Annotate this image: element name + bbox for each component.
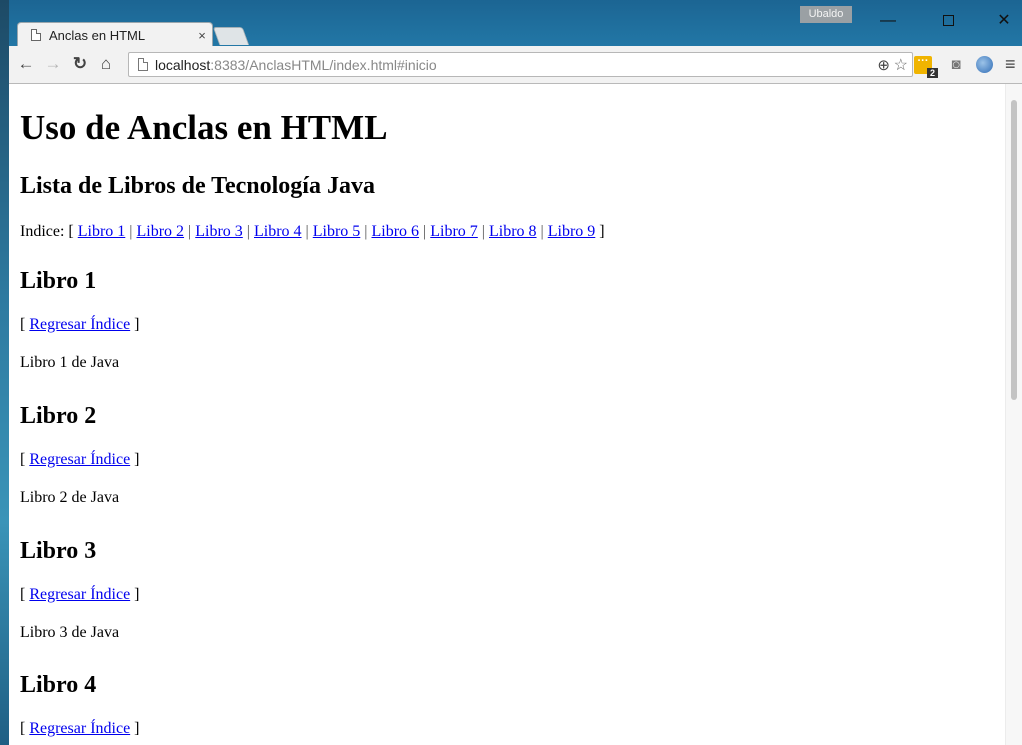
- index-suffix: ]: [599, 223, 605, 240]
- home-button[interactable]: ⌂: [95, 54, 117, 74]
- maximize-button[interactable]: [925, 6, 971, 36]
- index-prefix: Indice: [: [20, 223, 74, 240]
- url-text[interactable]: localhost:8383/AnclasHTML/index.html#ini…: [155, 57, 437, 73]
- tab-close-icon[interactable]: ×: [195, 28, 209, 43]
- back-to-index-link[interactable]: Regresar Índice: [29, 720, 130, 737]
- index-link-libro-6[interactable]: Libro 6: [372, 223, 420, 240]
- address-bar[interactable]: localhost:8383/AnclasHTML/index.html#ini…: [128, 52, 913, 77]
- bracket-close: ]: [134, 316, 140, 333]
- index-separator: |: [246, 223, 250, 240]
- extension-badge: 2: [927, 68, 938, 78]
- tab-title: Anclas en HTML: [49, 27, 146, 43]
- page-content: Uso de Anclas en HTML Lista de Libros de…: [9, 84, 1005, 745]
- index-separator: |: [423, 223, 427, 240]
- index-link-libro-7[interactable]: Libro 7: [430, 223, 478, 240]
- page-icon: [31, 29, 41, 41]
- user-badge[interactable]: Ubaldo: [800, 6, 852, 23]
- back-to-index-line: [ Regresar Índice ]: [20, 719, 140, 739]
- index-separator: |: [364, 223, 368, 240]
- book-section-1: Libro 1 [ Regresar Índice ] Libro 1 de J…: [20, 267, 140, 373]
- page-info-icon[interactable]: [138, 58, 148, 71]
- back-to-index-link[interactable]: Regresar Índice: [29, 451, 130, 468]
- index-link-libro-5[interactable]: Libro 5: [313, 223, 361, 240]
- index-link-libro-9[interactable]: Libro 9: [548, 223, 596, 240]
- cube-extension-icon[interactable]: [976, 56, 993, 73]
- close-window-button[interactable]: ✕: [981, 6, 1022, 36]
- index-link-libro-4[interactable]: Libro 4: [254, 223, 302, 240]
- bracket-open: [: [20, 586, 26, 603]
- desktop-background: [0, 0, 9, 745]
- index-separator: |: [305, 223, 309, 240]
- back-to-index-link[interactable]: Regresar Índice: [29, 586, 130, 603]
- back-to-index-link[interactable]: Regresar Índice: [29, 316, 130, 333]
- url-path: :8383/AnclasHTML/index.html#inicio: [210, 56, 437, 73]
- bracket-open: [: [20, 451, 26, 468]
- bracket-open: [: [20, 316, 26, 333]
- minimize-button[interactable]: —: [865, 6, 911, 36]
- book-title: Libro 3: [20, 538, 97, 564]
- bracket-open: [: [20, 720, 26, 737]
- back-to-index-line: [ Regresar Índice ]: [20, 315, 140, 335]
- index-separator: |: [129, 223, 133, 240]
- bracket-close: ]: [134, 586, 140, 603]
- index-link-libro-3[interactable]: Libro 3: [195, 223, 243, 240]
- book-description: Libro 1 de Java: [20, 354, 120, 371]
- bookmark-star-icon[interactable]: ☆: [894, 55, 908, 75]
- index-separator: |: [481, 223, 485, 240]
- back-button[interactable]: ←: [15, 54, 37, 74]
- back-to-index-line: [ Regresar Índice ]: [20, 450, 140, 470]
- browser-toolbar: ← → ↻ ⌂ localhost:8383/AnclasHTML/index.…: [9, 46, 1022, 84]
- book-title: Libro 4: [20, 672, 97, 698]
- forward-button[interactable]: →: [42, 54, 64, 74]
- new-tab-button[interactable]: [212, 27, 250, 45]
- vertical-scrollbar[interactable]: [1005, 84, 1022, 745]
- index-separator: |: [188, 223, 192, 240]
- index-link-libro-1[interactable]: Libro 1: [78, 223, 126, 240]
- book-index: Indice: [ Libro 1 | Libro 2 | Libro 3 | …: [20, 222, 605, 242]
- bracket-close: ]: [134, 720, 140, 737]
- zoom-icon[interactable]: ⊕: [877, 56, 890, 74]
- index-separator: |: [540, 223, 544, 240]
- book-section-2: Libro 2 [ Regresar Índice ] Libro 2 de J…: [20, 402, 140, 508]
- maximize-icon: [942, 15, 954, 27]
- book-description: Libro 3 de Java: [20, 624, 120, 641]
- book-section-3: Libro 3 [ Regresar Índice ] Libro 3 de J…: [20, 537, 140, 643]
- index-link-libro-8[interactable]: Libro 8: [489, 223, 537, 240]
- book-title: Libro 1: [20, 268, 97, 294]
- index-link-libro-2[interactable]: Libro 2: [137, 223, 185, 240]
- reload-button[interactable]: ↻: [69, 54, 91, 74]
- camera-extension-icon[interactable]: ◙: [947, 56, 965, 74]
- bracket-close: ]: [134, 451, 140, 468]
- book-description: Libro 2 de Java: [20, 489, 120, 506]
- page-subtitle: Lista de Libros de Tecnología Java: [20, 173, 375, 199]
- browser-window: Anclas en HTML × Ubaldo — ✕ ← → ↻ ⌂ loca…: [9, 0, 1022, 745]
- back-to-index-line: [ Regresar Índice ]: [20, 585, 140, 605]
- page-title: Uso de Anclas en HTML: [20, 108, 388, 147]
- book-title: Libro 2: [20, 403, 97, 429]
- book-section-4: Libro 4 [ Regresar Índice ]: [20, 671, 140, 739]
- browser-tab-content[interactable]: Anclas en HTML ×: [25, 24, 215, 46]
- url-host: localhost: [155, 56, 211, 73]
- scrollbar-thumb[interactable]: [1011, 100, 1017, 400]
- menu-icon[interactable]: ≡: [1005, 55, 1016, 73]
